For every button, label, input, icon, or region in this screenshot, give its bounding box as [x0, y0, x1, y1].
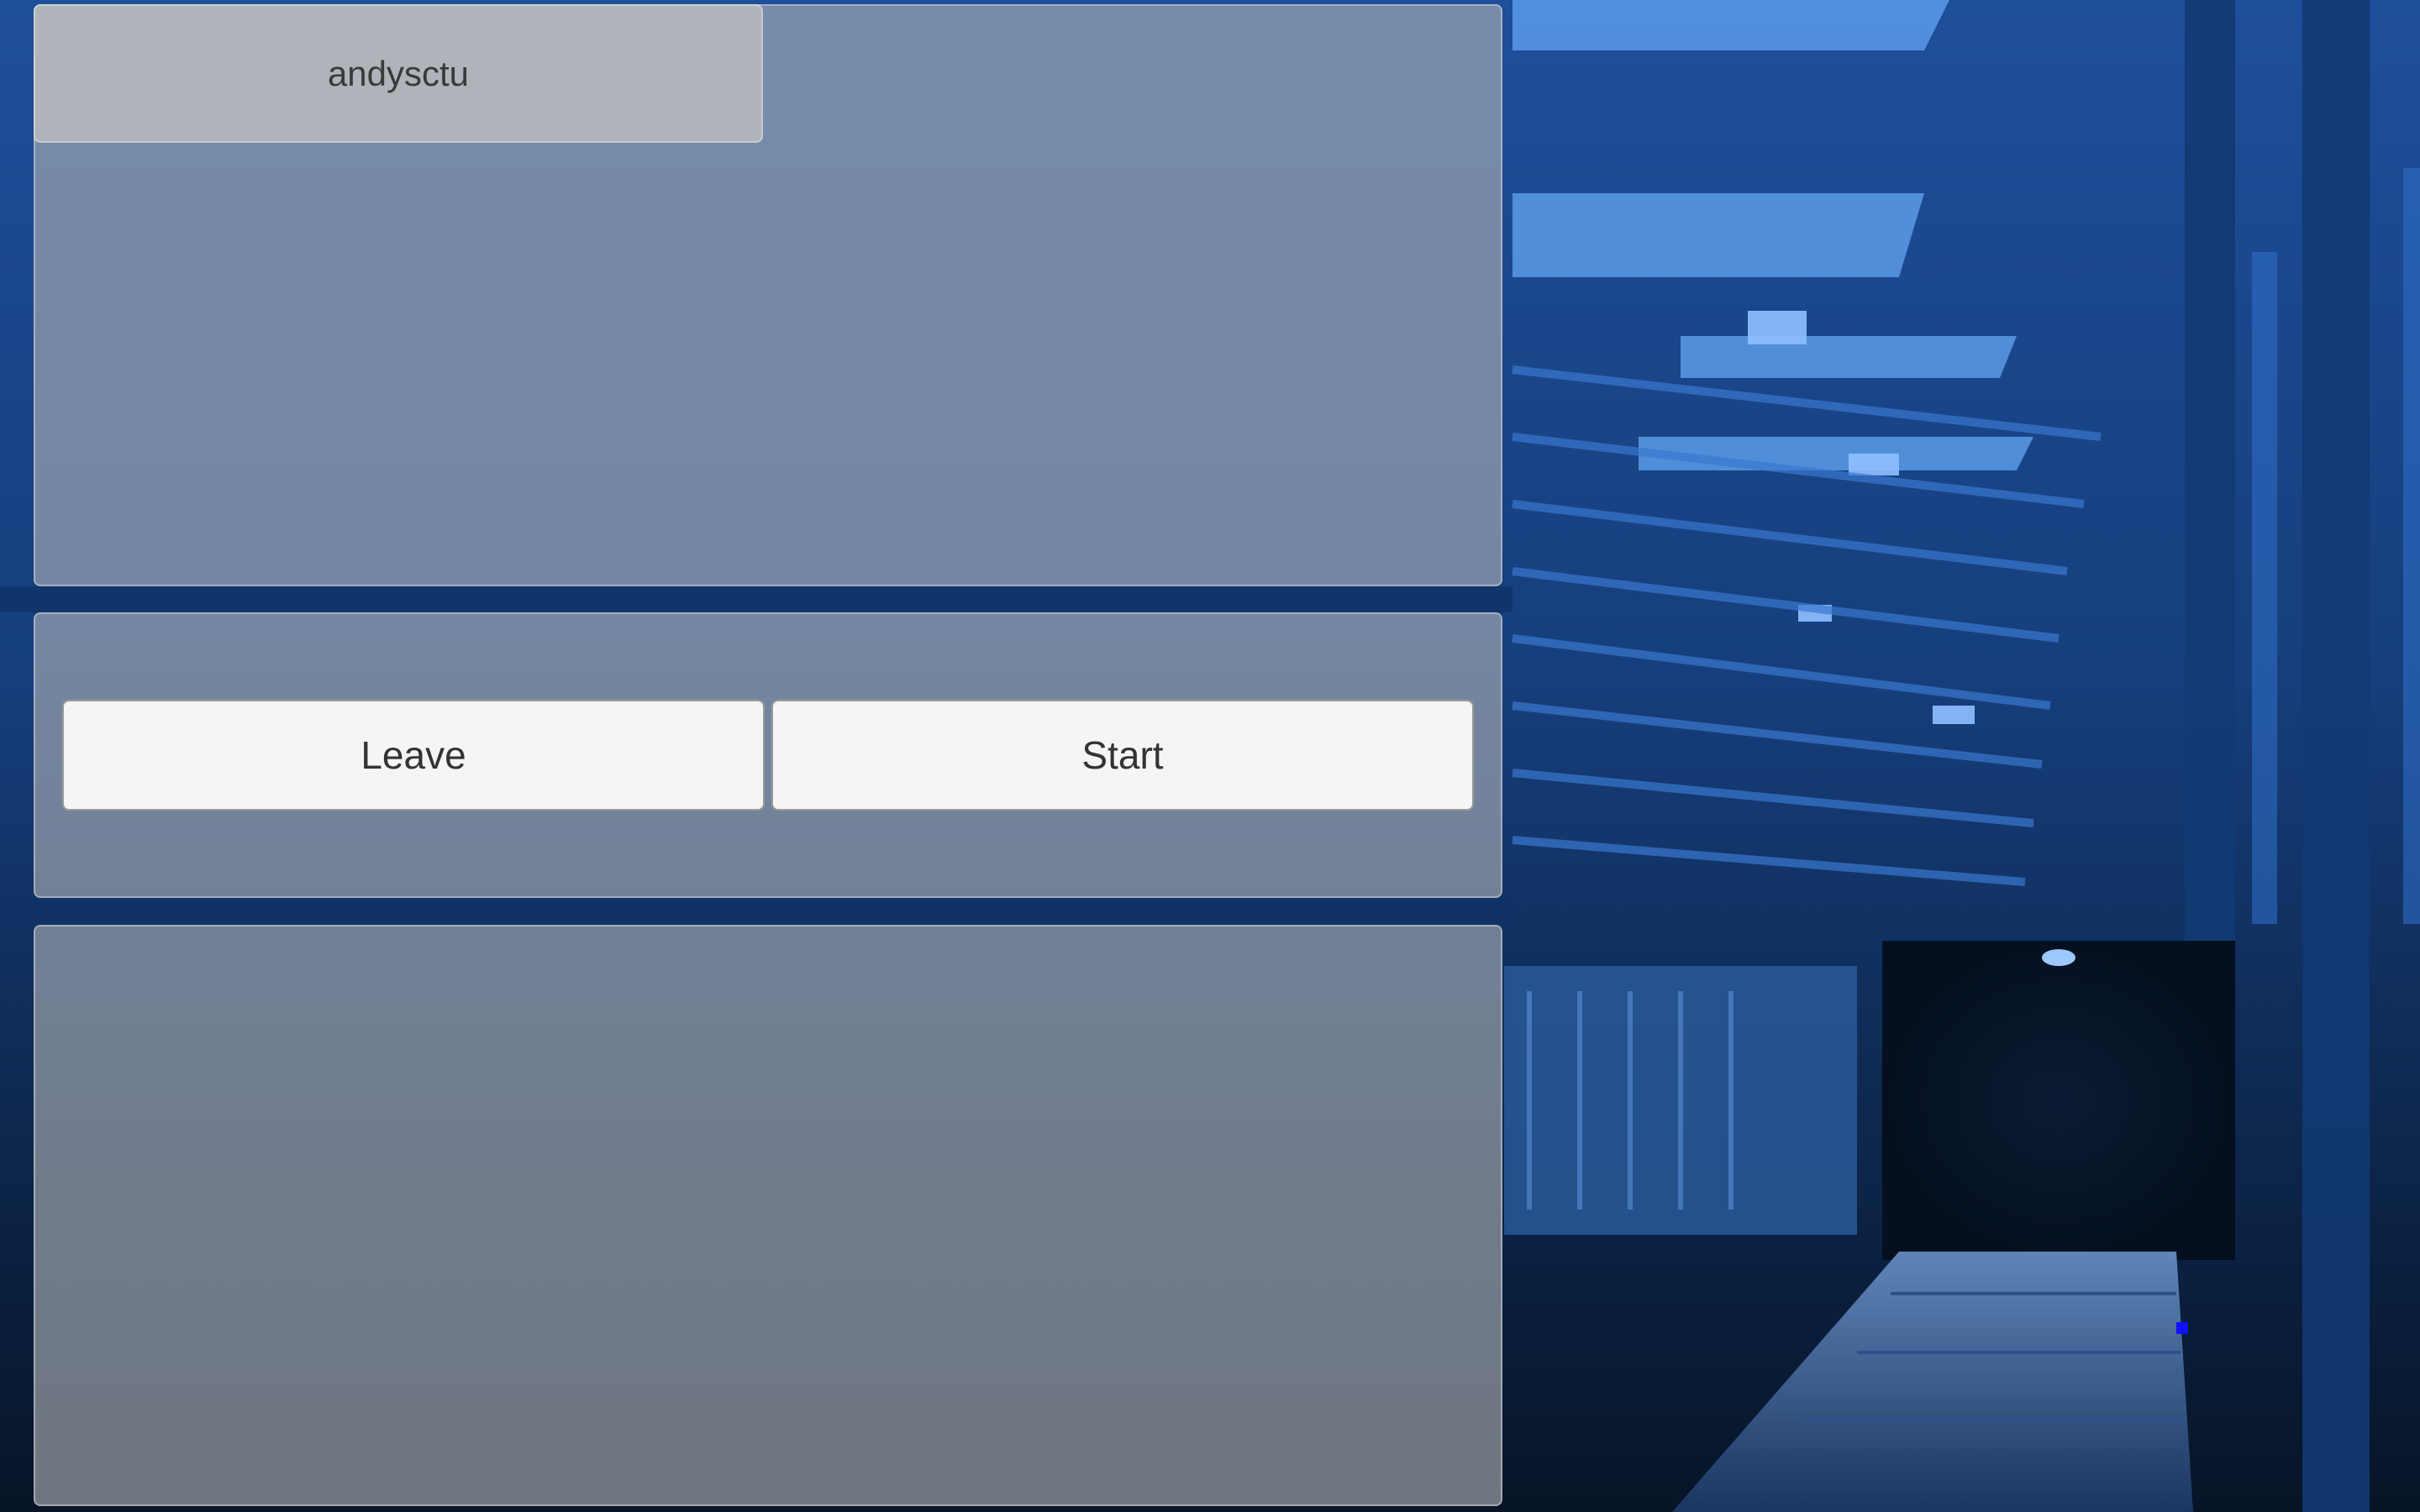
leave-button[interactable]: Leave [62, 700, 765, 811]
start-button[interactable]: Start [771, 700, 1474, 811]
player-slot: andysctu [34, 4, 763, 143]
chat-panel [34, 925, 1502, 1506]
cursor-marker [2176, 1322, 2188, 1334]
player-name: andysctu [327, 53, 470, 93]
background-scene: andysctu Leave Start [0, 0, 2420, 1512]
